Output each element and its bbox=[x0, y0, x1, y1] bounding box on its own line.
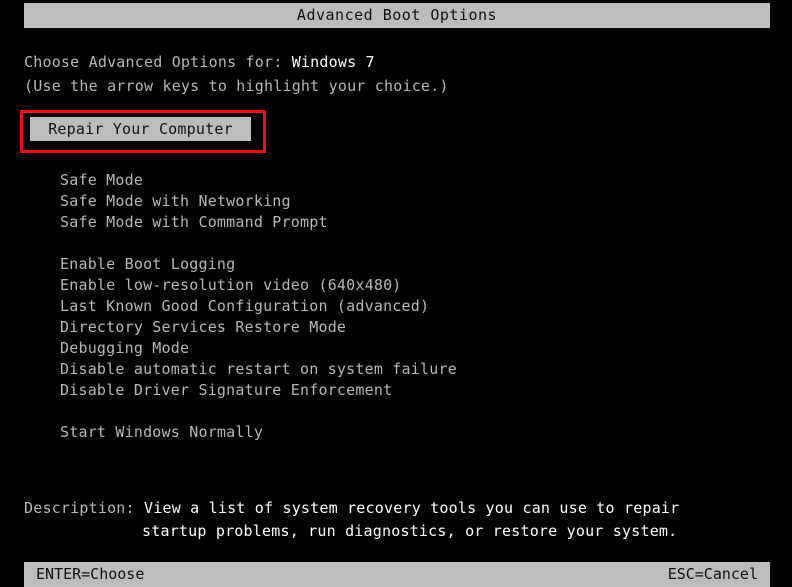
menu-separator bbox=[60, 401, 760, 422]
menu-item[interactable]: Disable Driver Signature Enforcement bbox=[60, 380, 760, 401]
status-esc-cancel[interactable]: ESC=Cancel bbox=[668, 562, 758, 587]
menu-item-repair-your-computer[interactable]: Repair Your Computer bbox=[30, 117, 251, 141]
menu-item[interactable]: Safe Mode with Command Prompt bbox=[60, 212, 760, 233]
description-text-2: startup problems, run diagnostics, or re… bbox=[142, 522, 678, 540]
status-bar: ENTER=Choose ESC=Cancel bbox=[24, 562, 770, 587]
menu-item[interactable]: Safe Mode with Networking bbox=[60, 191, 760, 212]
arrow-keys-hint: (Use the arrow keys to highlight your ch… bbox=[24, 77, 449, 95]
menu-item[interactable]: Debugging Mode bbox=[60, 338, 760, 359]
menu-item[interactable]: Start Windows Normally bbox=[60, 422, 760, 443]
menu-separator bbox=[60, 233, 760, 254]
boot-options-menu: Safe Mode Safe Mode with Networking Safe M… bbox=[60, 170, 760, 443]
menu-item[interactable]: Disable automatic restart on system fail… bbox=[60, 359, 760, 380]
description-label: Description: bbox=[24, 499, 144, 517]
choose-os-line: Choose Advanced Options for: Windows 7 bbox=[24, 52, 375, 73]
title-bar: Advanced Boot Options bbox=[24, 3, 770, 28]
description-text-1: View a list of system recovery tools you… bbox=[144, 499, 680, 517]
menu-item[interactable]: Directory Services Restore Mode bbox=[60, 317, 760, 338]
menu-item[interactable]: Safe Mode bbox=[60, 170, 760, 191]
choose-os-prefix: Choose Advanced Options for: bbox=[24, 53, 292, 71]
choose-os-name: Windows 7 bbox=[291, 53, 375, 71]
menu-item[interactable]: Enable Boot Logging bbox=[60, 254, 760, 275]
description-line-1: Description: View a list of system recov… bbox=[24, 497, 679, 520]
menu-item[interactable]: Enable low-resolution video (640x480) bbox=[60, 275, 760, 296]
status-enter-choose[interactable]: ENTER=Choose bbox=[36, 562, 144, 587]
advanced-boot-options-screen: Advanced Boot Options Choose Advanced Op… bbox=[0, 0, 792, 587]
menu-item[interactable]: Last Known Good Configuration (advanced) bbox=[60, 296, 760, 317]
